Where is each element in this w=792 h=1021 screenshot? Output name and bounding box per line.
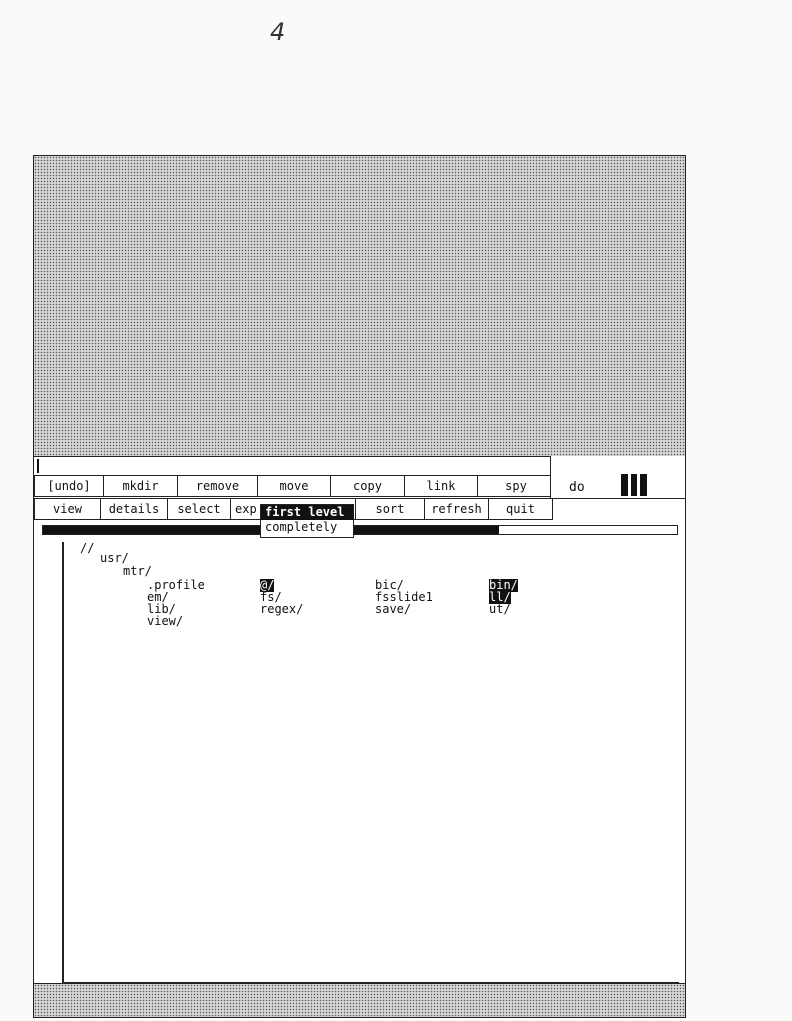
stippled-desktop-area — [34, 156, 685, 456]
page-number: 4 — [270, 18, 286, 46]
tree-root[interactable]: // — [80, 542, 94, 555]
command-input[interactable] — [34, 456, 551, 476]
expand-popup-menu: first level completely — [260, 504, 354, 538]
popup-item-completely[interactable]: completely — [261, 520, 353, 535]
tree-entry[interactable]: save/ — [375, 603, 411, 616]
progress-bar — [42, 525, 678, 535]
details-button[interactable]: details — [101, 498, 168, 520]
do-bars-icon — [621, 474, 648, 496]
select-button[interactable]: select — [168, 498, 231, 520]
refresh-button[interactable]: refresh — [425, 498, 489, 520]
stippled-status-area — [34, 983, 685, 1017]
undo-button[interactable]: [undo] — [34, 475, 104, 497]
menu-row-1: [undo] mkdir remove move copy link spy — [34, 475, 555, 497]
tree-entry[interactable]: regex/ — [260, 603, 303, 616]
link-button[interactable]: link — [405, 475, 478, 497]
do-button[interactable]: do — [569, 480, 585, 495]
view-button[interactable]: view — [34, 498, 101, 520]
mkdir-button[interactable]: mkdir — [104, 475, 178, 497]
tree-node-mtr[interactable]: mtr/ — [123, 565, 152, 578]
tree-entry[interactable]: ut/ — [489, 603, 511, 616]
text-cursor — [37, 459, 39, 473]
move-button[interactable]: move — [258, 475, 331, 497]
spy-button[interactable]: spy — [478, 475, 555, 497]
quit-button[interactable]: quit — [489, 498, 553, 520]
sort-button[interactable]: sort — [356, 498, 425, 520]
tree-entry[interactable]: view/ — [147, 615, 183, 628]
do-panel: do — [550, 456, 685, 499]
copy-button[interactable]: copy — [331, 475, 405, 497]
remove-button[interactable]: remove — [178, 475, 258, 497]
file-manager-window: [undo] mkdir remove move copy link spy v… — [33, 155, 686, 1018]
popup-item-first-level[interactable]: first level — [261, 505, 353, 520]
directory-tree-panel[interactable]: // usr/ mtr/ .profile em/ lib/ view/ @/ … — [62, 542, 679, 983]
